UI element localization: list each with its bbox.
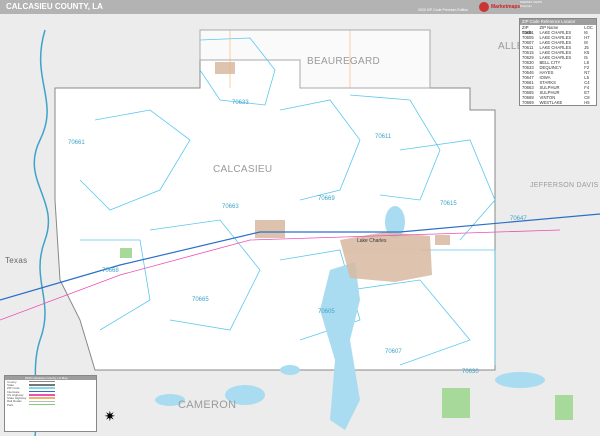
legend-swatch xyxy=(29,380,55,383)
legend-swatch xyxy=(29,384,55,386)
zip-label: 70669 xyxy=(318,196,335,202)
zip-label: 70633 xyxy=(232,100,249,106)
zip-label: 70665 xyxy=(192,297,209,303)
zip-label: 70607 xyxy=(385,349,402,355)
legend-swatch xyxy=(29,387,55,389)
zip-label: 70611 xyxy=(375,134,392,140)
legend-swatch xyxy=(29,390,55,393)
zip-label: 70630 xyxy=(462,369,479,375)
legend-swatch xyxy=(29,400,55,403)
map-svg xyxy=(0,14,600,437)
parish-label-jefferson-davis: JEFFERSON DAVIS xyxy=(530,182,599,189)
parish-label-beauregard: BEAUREGARD xyxy=(307,56,381,67)
zip-label: 70647 xyxy=(510,216,527,222)
zip-label: 70661 xyxy=(68,140,85,146)
zip-label: 70615 xyxy=(440,201,457,207)
parish-label-calcasieu: CALCASIEU xyxy=(213,164,273,175)
city-label-lake-charles: Lake Charles xyxy=(357,238,387,244)
zip-label: 70605 xyxy=(318,309,335,315)
legend-label: Park xyxy=(7,402,14,407)
zip-label: 70663 xyxy=(222,204,239,210)
zip-table-cell: WESTLAKE xyxy=(539,100,563,105)
map-title: CALCASIEU COUNTY, LA xyxy=(6,2,103,11)
legend-swatch xyxy=(29,394,55,396)
state-label-texas: Texas xyxy=(5,256,28,265)
zip-table-row: 70669 WESTLAKE H5 xyxy=(520,100,596,105)
zip-reference-table: ZIP Code Reference Locator ZIP Code ZIP N… xyxy=(519,18,597,106)
zip-table-cell: H5 xyxy=(584,100,590,105)
marketmaps-logo: Marketmaps xyxy=(477,1,520,13)
logo-side-text: MARKET MAPS Premium xyxy=(520,0,542,8)
parish-label-cameron: CAMERON xyxy=(178,399,237,411)
map-legend: 2020 Calcasieu County, LA Map County Stat… xyxy=(4,375,97,432)
calcasieu-parish xyxy=(54,59,496,371)
zip-table-cell: 70669 xyxy=(522,100,534,105)
edition-label: 2020 ZIP Code Premium Edition xyxy=(418,8,469,12)
legend-item: Park xyxy=(5,402,96,407)
compass-rose-icon: ✷ xyxy=(104,408,116,424)
header-bar: CALCASIEU COUNTY, LA 2020 ZIP Code Premi… xyxy=(0,0,600,14)
zip-label: 70668 xyxy=(102,268,119,274)
map-canvas[interactable]: BEAUREGARD ALLEN CALCASIEU JEFFERSON DAV… xyxy=(0,14,600,437)
legend-swatch xyxy=(29,397,55,399)
legend-swatch xyxy=(29,403,55,406)
